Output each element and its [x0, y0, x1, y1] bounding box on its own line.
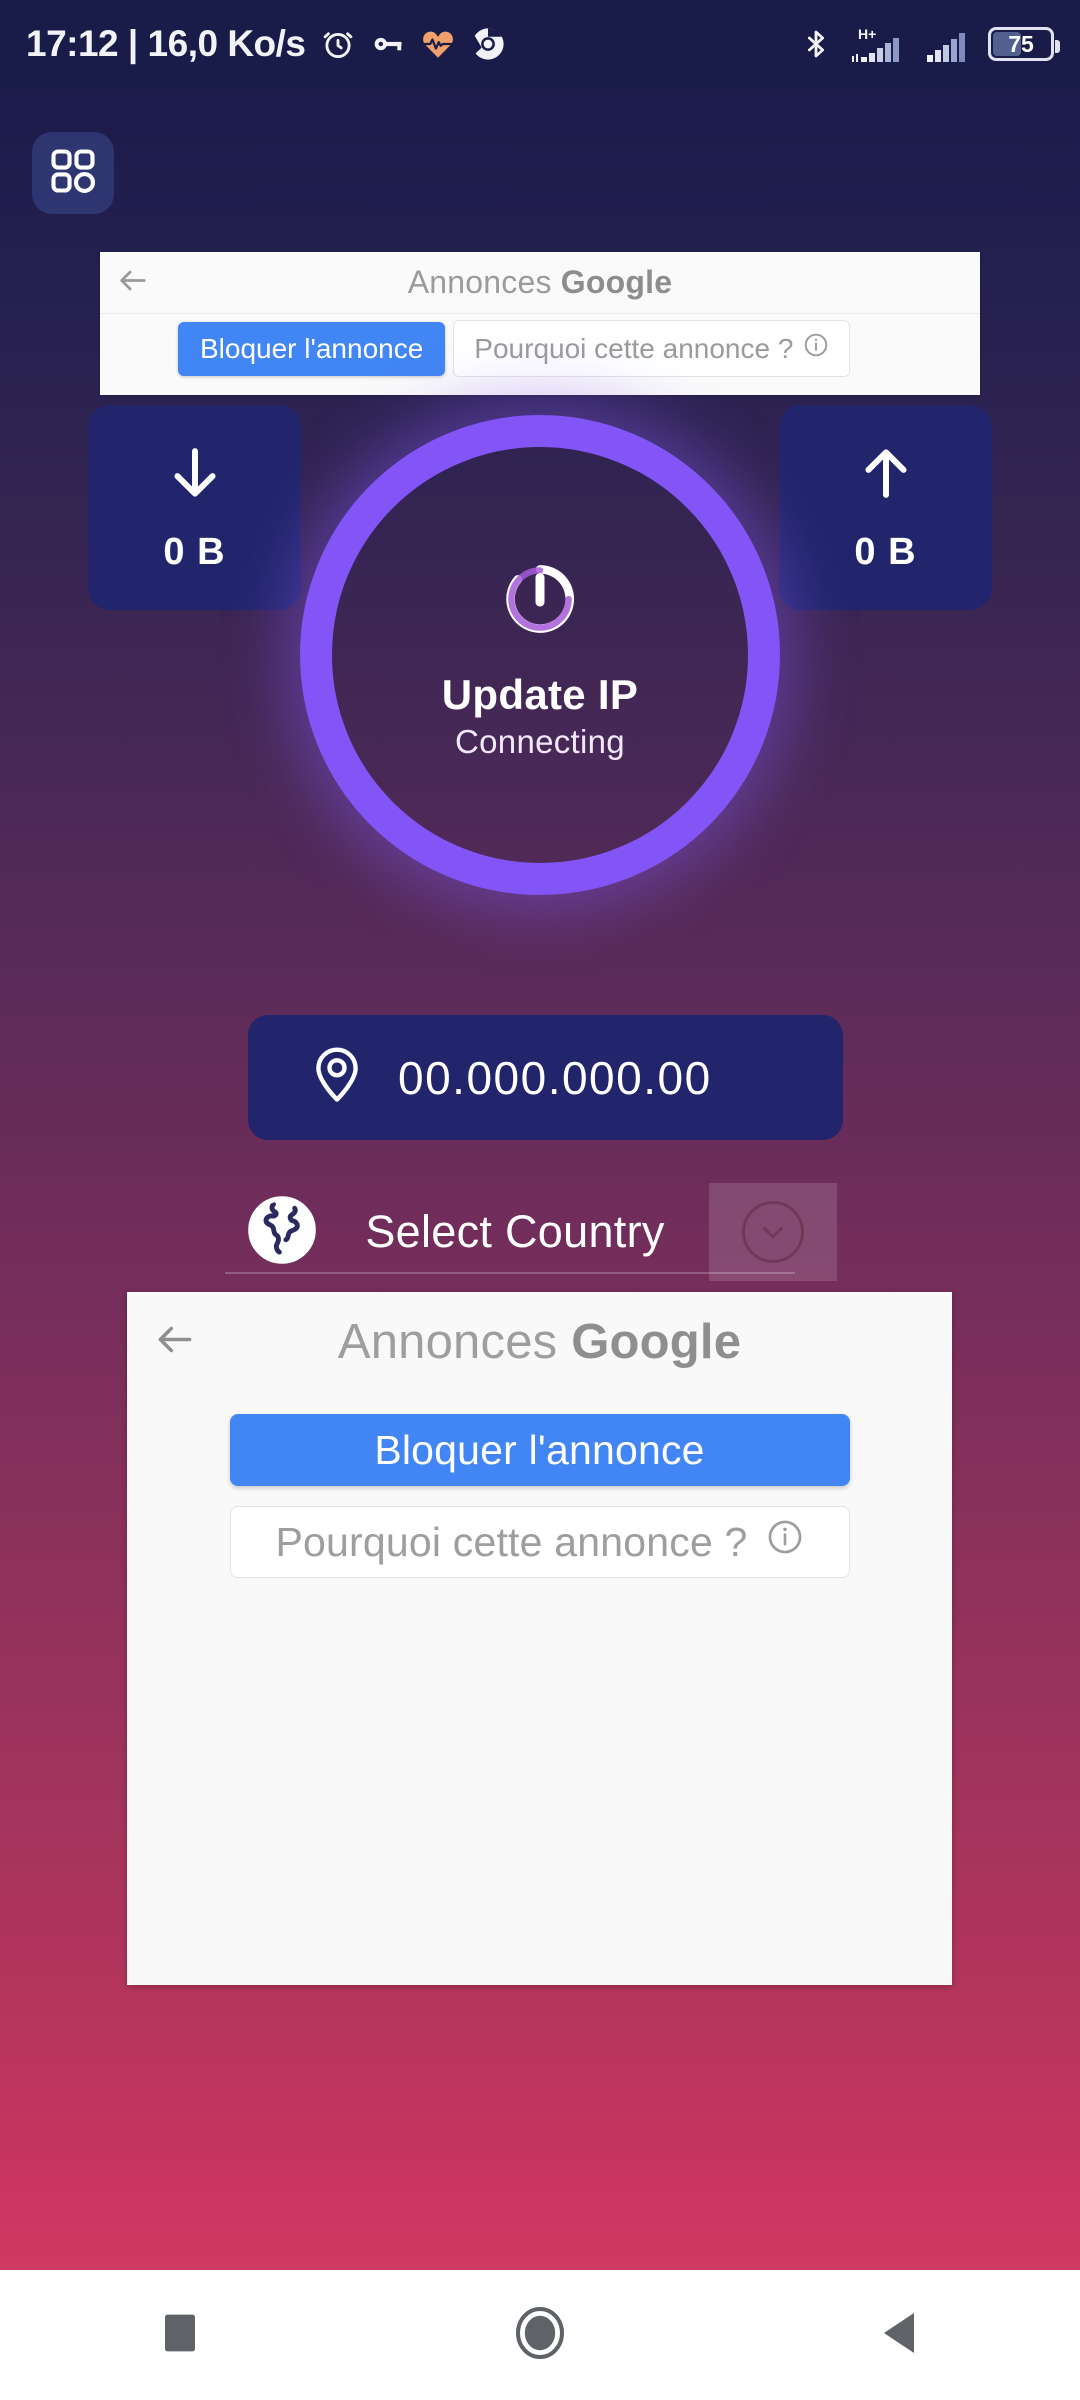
connect-ring-content: Update IP Connecting	[300, 415, 780, 895]
info-circle-icon	[766, 1518, 804, 1566]
signal-bars-icon	[926, 24, 970, 64]
select-country-label: Select Country	[365, 1206, 665, 1257]
signal-bars-icon: H+	[850, 24, 908, 64]
download-stat-card: 0 B	[88, 405, 301, 610]
upload-stat-card: 0 B	[779, 405, 992, 610]
bluetooth-icon	[800, 26, 832, 62]
app-grid-icon	[47, 145, 99, 202]
why-this-ad-label: Pourquoi cette annonce ?	[474, 332, 794, 364]
ad-banner-top[interactable]: Annonces Google Bloquer l'annonce Pourqu…	[100, 252, 980, 395]
chrome-icon	[470, 26, 506, 62]
back-arrow-icon[interactable]	[116, 263, 150, 302]
status-time-and-speed: 17:12 | 16,0 Ko/s	[26, 23, 306, 64]
ad-banner-top-buttons: Bloquer l'annonce Pourquoi cette annonce…	[100, 314, 980, 377]
back-button[interactable]	[810, 2270, 990, 2400]
arrow-up-icon	[855, 442, 917, 509]
ad-panel-bottom-title: Annonces Google	[127, 1314, 952, 1370]
ad-panel-bottom-header: Annonces Google	[127, 1292, 952, 1392]
select-country-underline	[225, 1272, 795, 1274]
country-dropdown-button[interactable]	[708, 1183, 837, 1281]
back-arrow-icon[interactable]	[153, 1318, 197, 1367]
upload-value: 0 B	[854, 530, 917, 573]
location-pin-icon	[306, 1044, 368, 1111]
ad-bottom-title-brand: Google	[571, 1315, 742, 1369]
ad-top-title-prefix: Annonces	[407, 264, 552, 300]
connect-status: Connecting	[455, 722, 625, 760]
why-this-ad-button[interactable]: Pourquoi cette annonce ?	[229, 1506, 850, 1578]
info-circle-icon	[803, 332, 829, 365]
vpn-key-icon	[370, 26, 406, 62]
connect-button[interactable]: Update IP Connecting	[300, 415, 780, 895]
ad-banner-top-title: Annonces Google	[100, 264, 980, 301]
phone-screen: 17:12 | 16,0 Ko/s H+ 75 Annonces Google …	[0, 0, 1080, 2270]
home-button[interactable]	[450, 2270, 630, 2400]
why-this-ad-label: Pourquoi cette annonce ?	[275, 1518, 748, 1565]
ad-panel-bottom[interactable]: Annonces Google Bloquer l'annonce Pourqu…	[127, 1292, 952, 1985]
download-value: 0 B	[163, 530, 226, 573]
connect-title: Update IP	[441, 670, 639, 718]
status-bar-left: 17:12 | 16,0 Ko/s	[26, 23, 800, 65]
battery-level-text: 75	[1008, 30, 1034, 57]
ad-bottom-title-prefix: Annonces	[337, 1315, 558, 1369]
back-triangle-icon	[878, 2309, 922, 2362]
app-grid-button[interactable]	[32, 132, 114, 214]
alarm-clock-icon	[320, 26, 356, 62]
select-country-row[interactable]: Select Country	[0, 1182, 1080, 1282]
recents-square-icon	[160, 2311, 200, 2360]
globe-icon	[243, 1191, 321, 1274]
block-ad-button[interactable]: Bloquer l'annonce	[178, 321, 446, 376]
android-navigation-bar	[0, 2270, 1080, 2400]
ad-banner-top-header: Annonces Google	[100, 252, 980, 314]
why-this-ad-button[interactable]: Pourquoi cette annonce ?	[453, 320, 851, 377]
chevron-down-icon	[741, 1201, 804, 1263]
recents-button[interactable]	[90, 2270, 270, 2400]
block-ad-button[interactable]: Bloquer l'annonce	[229, 1414, 850, 1486]
heart-pulse-icon	[420, 26, 456, 62]
ip-address-bar[interactable]: 00.000.000.00	[248, 1015, 843, 1140]
battery-icon: 75	[988, 27, 1060, 61]
arrow-down-icon	[164, 442, 226, 509]
status-bar: 17:12 | 16,0 Ko/s H+ 75	[0, 0, 1080, 88]
status-bar-right: H+ 75	[800, 24, 1060, 64]
ad-top-title-brand: Google	[560, 264, 673, 300]
home-circle-icon	[514, 2305, 566, 2366]
svg-text:H+: H+	[858, 26, 876, 42]
ip-address-value: 00.000.000.00	[398, 1051, 712, 1104]
power-button-icon	[491, 550, 589, 653]
